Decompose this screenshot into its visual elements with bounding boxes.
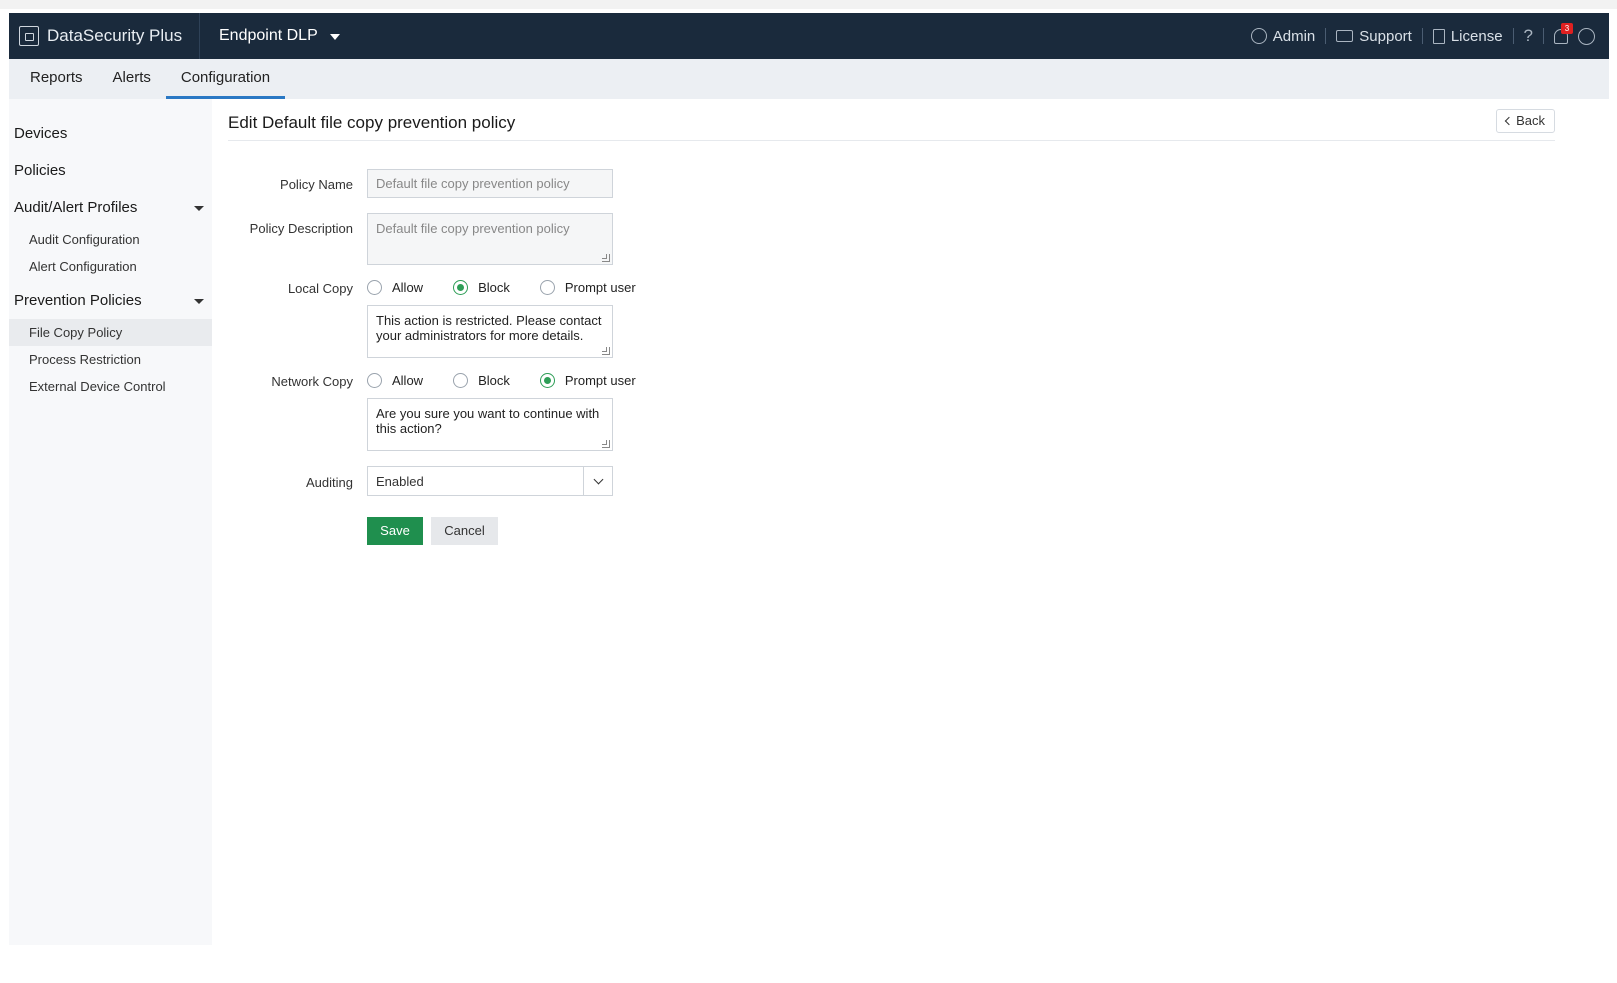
resize-handle-icon[interactable] [602, 440, 610, 448]
building-lock-icon [19, 26, 39, 46]
sidebar-item-audit-configuration[interactable]: Audit Configuration [9, 226, 212, 253]
local-copy-prompt-user-radio[interactable]: Prompt user [539, 280, 636, 295]
chevron-left-icon [1504, 116, 1514, 126]
sidebar-item-devices[interactable]: Devices [9, 115, 212, 152]
brand[interactable]: DataSecurity Plus [19, 13, 182, 59]
radio-selected-icon [539, 373, 555, 388]
network-copy-allow-radio[interactable]: Allow [367, 373, 423, 388]
support-label: Support [1359, 27, 1412, 45]
network-copy-block-radio[interactable]: Block [453, 373, 510, 388]
cancel-button[interactable]: Cancel [431, 517, 498, 545]
local-copy-allow-radio[interactable]: Allow [367, 280, 423, 295]
tab-reports[interactable]: Reports [15, 59, 98, 99]
local-copy-block-radio[interactable]: Block [453, 280, 510, 295]
main-content: Edit Default file copy prevention policy… [228, 99, 1609, 945]
window-top-strip [0, 0, 1617, 9]
sidebar-item-process-restriction[interactable]: Process Restriction [9, 346, 212, 373]
auditing-label: Auditing [306, 475, 353, 490]
sidebar-group-prevention-policies[interactable]: Prevention Policies [9, 282, 212, 319]
license-icon [1432, 28, 1445, 44]
support-link[interactable]: Support [1336, 28, 1412, 45]
header-actions: Admin Support License ? 3 [1250, 13, 1595, 59]
radio-icon [367, 373, 382, 388]
sidebar-item-policies[interactable]: Policies [9, 152, 212, 189]
radio-icon [539, 280, 555, 295]
back-button[interactable]: Back [1496, 109, 1555, 133]
local-copy-label: Local Copy [287, 281, 353, 296]
policy-description-text: Default file copy prevention policy [376, 221, 570, 236]
brand-name: DataSecurity Plus [47, 26, 183, 45]
sidebar-group-audit-alert-profiles[interactable]: Audit/Alert Profiles [9, 189, 212, 226]
radio-label: Block [478, 373, 510, 388]
local-copy-radio-group: Allow Block Prompt user [367, 280, 666, 295]
caret-down-icon [194, 299, 204, 304]
auditing-selected-value: Enabled [376, 474, 424, 489]
app-window: DataSecurity Plus Endpoint DLP Admin Sup… [9, 9, 1609, 975]
license-link[interactable]: License [1432, 27, 1503, 45]
admin-gear-icon [1250, 28, 1267, 44]
caret-down-icon [194, 206, 204, 211]
top-header: DataSecurity Plus Endpoint DLP Admin Sup… [9, 13, 1609, 59]
page-title: Edit Default file copy prevention policy [228, 113, 516, 132]
back-label: Back [1516, 113, 1545, 128]
tab-configuration[interactable]: Configuration [165, 59, 286, 99]
radio-icon [367, 280, 382, 295]
save-button[interactable]: Save [367, 517, 423, 545]
radio-icon [453, 373, 469, 388]
network-copy-message-textarea[interactable]: Are you sure you want to continue with t… [367, 398, 613, 451]
divider [1512, 28, 1514, 44]
radio-label: Prompt user [564, 280, 636, 295]
notification-badge: 3 [1561, 22, 1573, 34]
local-copy-message-text: This action is restricted. Please contac… [376, 313, 602, 343]
radio-label: Prompt user [564, 373, 636, 388]
radio-label: Allow [392, 280, 424, 295]
chevron-down-icon[interactable] [583, 467, 612, 495]
policy-description-textarea[interactable]: Default file copy prevention policy [367, 213, 613, 265]
radio-selected-icon [453, 280, 469, 295]
help-icon[interactable]: ? [1524, 26, 1533, 46]
tab-alerts[interactable]: Alerts [98, 59, 166, 99]
radio-label: Block [478, 280, 510, 295]
sidebar: Devices Policies Audit/Alert Profiles Au… [9, 99, 212, 945]
header-divider [199, 13, 200, 59]
notification-bell-icon[interactable]: 3 [1554, 22, 1573, 44]
resize-handle-icon[interactable] [602, 347, 610, 355]
product-switcher[interactable]: Endpoint DLP [219, 13, 340, 59]
admin-label: Admin [1272, 27, 1316, 45]
network-copy-label: Network Copy [271, 374, 353, 389]
network-copy-prompt-user-radio[interactable]: Prompt user [539, 373, 636, 388]
sidebar-item-external-device-control[interactable]: External Device Control [9, 373, 212, 400]
divider [1421, 28, 1423, 44]
sidebar-item-file-copy-policy[interactable]: File Copy Policy [9, 319, 212, 346]
sidebar-group-label: Audit/Alert Profiles [14, 199, 138, 216]
main-nav: Reports Alerts Configuration [9, 59, 1609, 99]
local-copy-message-textarea[interactable]: This action is restricted. Please contac… [367, 305, 613, 358]
policy-description-label: Policy Description [249, 221, 353, 236]
sidebar-item-alert-configuration[interactable]: Alert Configuration [9, 253, 212, 280]
divider [1325, 28, 1327, 44]
product-name: Endpoint DLP [219, 27, 318, 44]
divider [1543, 28, 1544, 44]
policy-name-input[interactable]: Default file copy prevention policy [367, 169, 613, 198]
auditing-select[interactable]: Enabled [367, 466, 613, 496]
license-label: License [1450, 27, 1503, 45]
page-header: Edit Default file copy prevention policy… [228, 109, 1555, 141]
chat-icon [1336, 30, 1354, 42]
resize-handle-icon[interactable] [602, 254, 610, 262]
policy-name-label: Policy Name [280, 177, 353, 192]
network-copy-message-text: Are you sure you want to continue with t… [376, 406, 600, 436]
radio-label: Allow [392, 373, 424, 388]
caret-down-icon [329, 34, 340, 40]
sidebar-group-label: Prevention Policies [14, 292, 142, 309]
network-copy-radio-group: Allow Block Prompt user [367, 373, 666, 388]
user-circle-icon[interactable] [1578, 27, 1595, 45]
admin-link[interactable]: Admin [1250, 27, 1316, 45]
